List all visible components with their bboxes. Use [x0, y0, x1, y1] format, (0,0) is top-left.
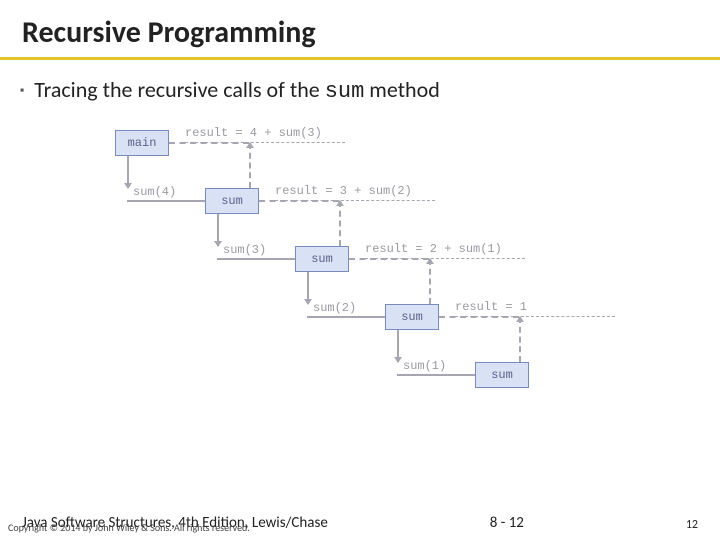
- bullet-text-pre: Tracing the recursive calls of the: [34, 76, 324, 103]
- bullet-mark: ▪: [20, 84, 24, 98]
- call-label: sum(2): [313, 301, 356, 315]
- slide-title: Recursive Programming: [0, 0, 720, 57]
- footer-slide-number: 12: [686, 518, 698, 532]
- call-box-s1: sum: [475, 362, 529, 388]
- call-box-s2: sum: [385, 304, 439, 330]
- result-label: result = 2 + sum(1): [365, 242, 525, 259]
- call-connector: [307, 316, 385, 318]
- call-arrow: [217, 214, 219, 246]
- bullet-row: ▪ Tracing the recursive calls of the sum…: [0, 74, 720, 104]
- call-box-main: main: [115, 130, 169, 156]
- bullet-text: Tracing the recursive calls of the sum m…: [34, 76, 440, 104]
- footer-left: Java Software Structures, 4th Edition, L…: [22, 514, 328, 532]
- return-arrow: [249, 143, 251, 188]
- call-connector: [397, 374, 475, 376]
- result-label: result = 4 + sum(3): [185, 126, 345, 143]
- return-arrow: [519, 317, 521, 362]
- footer-copyright: Copyright © 2014 by John Wiley & Sons. A…: [8, 521, 250, 534]
- call-connector: [127, 200, 205, 202]
- recursion-trace-diagram: main sum sum sum sum sum(4) sum(3) sum(2) sum(1)…: [115, 130, 635, 440]
- bullet-code: sum: [325, 79, 365, 104]
- title-underline: [0, 57, 720, 60]
- footer: Java Software Structures, 4th Edition, L…: [0, 514, 720, 532]
- result-label: result = 3 + sum(2): [275, 184, 435, 201]
- return-arrow: [339, 201, 341, 246]
- call-label: sum(3): [223, 243, 266, 257]
- call-label: sum(1): [403, 359, 446, 373]
- call-box-s4: sum: [205, 188, 259, 214]
- call-arrow: [307, 272, 309, 304]
- result-label: result = 1: [455, 300, 615, 317]
- call-connector: [217, 258, 295, 260]
- footer-chapter-page: 8 - 12: [490, 514, 524, 532]
- call-arrow: [397, 330, 399, 362]
- call-label: sum(4): [133, 185, 176, 199]
- call-arrow: [127, 156, 129, 188]
- bullet-text-post: method: [364, 76, 439, 103]
- call-box-s3: sum: [295, 246, 349, 272]
- return-arrow: [429, 259, 431, 304]
